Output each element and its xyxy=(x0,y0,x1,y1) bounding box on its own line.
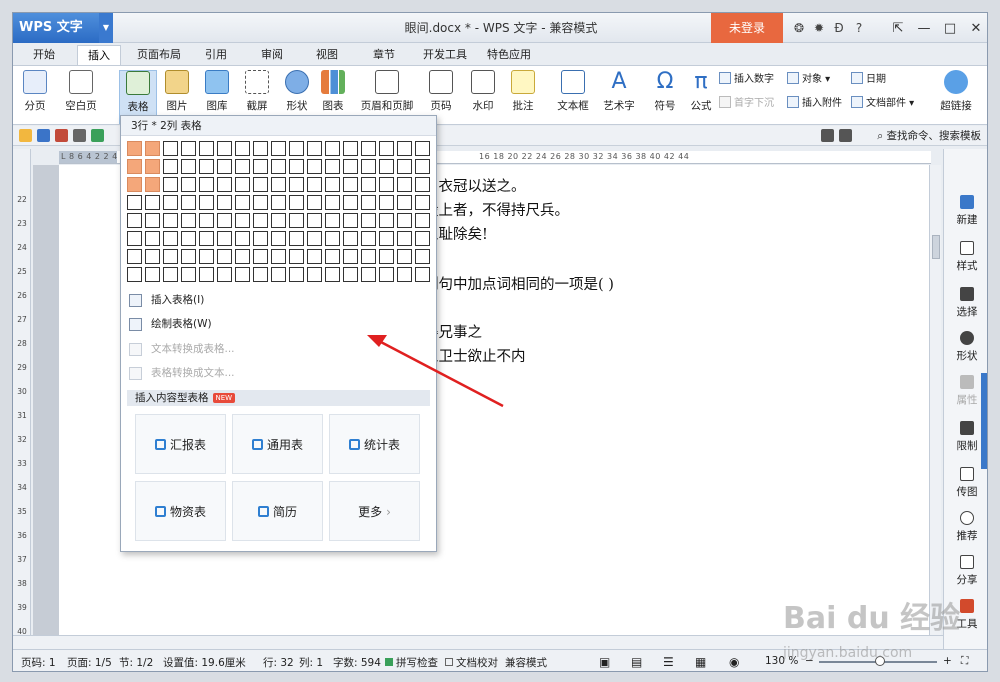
app-window: WPS 文字 ▼ 眼间.docx * - WPS 文字 - 兼容模式 未登录 ❂ … xyxy=(12,12,988,672)
baidu-watermark: Bai du 经验 jingyan.baidu.com xyxy=(783,601,961,661)
arrow-line xyxy=(376,338,504,408)
annotation-arrow xyxy=(367,335,504,408)
arrow-head xyxy=(367,335,387,347)
